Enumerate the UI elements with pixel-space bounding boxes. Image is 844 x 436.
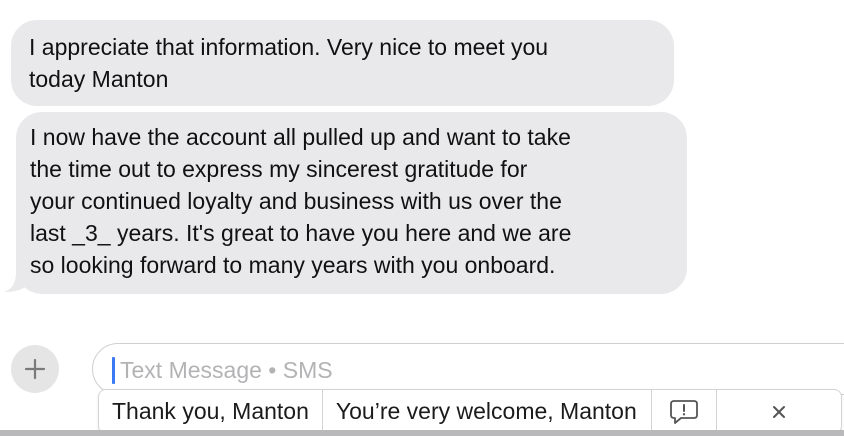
messages-window: I appreciate that information. Very nice…	[0, 0, 844, 436]
feedback-button[interactable]	[652, 390, 717, 433]
window-bottom-edge	[0, 430, 844, 436]
add-attachment-button[interactable]	[11, 345, 59, 393]
suggestion-very-welcome[interactable]: You’re very welcome, Manton	[323, 390, 652, 433]
close-icon	[772, 405, 785, 418]
suggestion-thank-you[interactable]: Thank you, Manton	[99, 390, 323, 433]
text-cursor	[112, 357, 115, 384]
autocomplete-suggestion-bar: Thank you, Manton You’re very welcome, M…	[98, 389, 842, 434]
message-input[interactable]	[120, 352, 720, 388]
plus-icon	[24, 358, 46, 380]
received-message-bubble: I now have the account all pulled up and…	[16, 112, 687, 294]
close-suggestions-button[interactable]	[717, 390, 841, 433]
feedback-bubble-icon	[669, 399, 698, 424]
received-message-bubble: I appreciate that information. Very nice…	[11, 20, 674, 106]
